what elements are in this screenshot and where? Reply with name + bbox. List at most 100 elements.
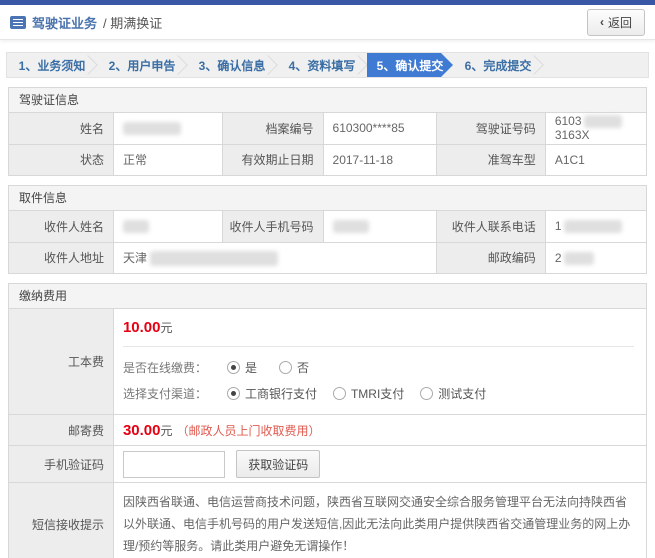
recipient-phone-label: 收件人联系电话 — [436, 211, 545, 242]
breadcrumb: 驾驶证业务 / 期满换证 — [10, 13, 162, 32]
table-row: 收件人地址 天津 邮政编码 2 — [9, 242, 646, 273]
step-label: 6、完成提交 — [465, 57, 532, 74]
work-fee-amount-line: 10.00元 — [123, 319, 634, 336]
post-fee-label: 邮寄费 — [9, 415, 113, 446]
name-label: 姓名 — [9, 113, 113, 144]
step-1-business-notice: 1、业务须知 — [7, 53, 97, 77]
redaction-blur — [564, 252, 594, 265]
recipient-name-label: 收件人姓名 — [9, 211, 113, 242]
vehicle-class-value: A1C1 — [545, 144, 646, 175]
step-label: 1、业务须知 — [19, 57, 86, 74]
postcode-label: 邮政编码 — [436, 242, 545, 273]
step-bar-filler — [543, 53, 648, 77]
step-2-user-declaration: 2、用户申告 — [97, 53, 187, 77]
license-number-suffix: 3163X — [555, 128, 590, 142]
breadcrumb-current: / 期满换证 — [103, 13, 162, 32]
sms-code-input[interactable] — [123, 451, 225, 478]
table-row: 工本费 10.00元 是否在线缴费： 是 否 选择支付渠道： 工商银行支付 — [9, 309, 646, 415]
recipient-mobile-value-redacted — [323, 211, 436, 242]
license-number-label: 驾驶证号码 — [436, 113, 545, 144]
table-row: 收件人姓名 收件人手机号码 收件人联系电话 1 — [9, 211, 646, 242]
sms-tip-label: 短信接收提示 — [9, 483, 113, 558]
currency-unit: 元 — [161, 321, 173, 335]
file-number-value: 610300****85 — [323, 113, 436, 144]
pay-channel-label: 选择支付渠道： — [123, 385, 215, 402]
license-info-table: 姓名 档案编号 610300****85 驾驶证号码 61033163X 状态 … — [9, 113, 646, 175]
pay-channel-radio-group: 选择支付渠道： 工商银行支付 TMRI支付 测试支付 — [123, 385, 634, 402]
license-section-title: 驾驶证信息 — [9, 88, 646, 113]
step-label: 4、资料填写 — [289, 57, 356, 74]
redaction-blur — [584, 115, 622, 128]
online-no-radio[interactable] — [279, 361, 292, 374]
expiry-label: 有效期止日期 — [222, 144, 323, 175]
table-row: 邮寄费 30.00元 （邮政人员上门收取费用） — [9, 415, 646, 446]
file-number-label: 档案编号 — [222, 113, 323, 144]
table-row: 短信接收提示 因陕西省联通、电信运营商技术问题，陕西省互联网交通安全综合服务管理… — [9, 483, 646, 558]
payment-section-title: 缴纳费用 — [9, 284, 646, 309]
back-arrow-icon: ‹ — [600, 15, 604, 29]
payment-table: 工本费 10.00元 是否在线缴费： 是 否 选择支付渠道： 工商银行支付 — [9, 309, 646, 558]
work-fee-amount: 10.00 — [123, 319, 161, 336]
work-fee-cell: 10.00元 是否在线缴费： 是 否 选择支付渠道： 工商银行支付 TMRI支付 — [113, 309, 646, 415]
payment-section: 缴纳费用 工本费 10.00元 是否在线缴费： 是 否 选择支付渠道： — [8, 283, 647, 558]
online-pay-label: 是否在线缴费： — [123, 359, 215, 376]
pickup-section-title: 取件信息 — [9, 186, 646, 211]
step-5-confirm-submit-active: 5、确认提交 — [367, 53, 453, 77]
channel-icbc-radio[interactable] — [227, 387, 240, 400]
online-pay-radio-group: 是否在线缴费： 是 否 — [123, 359, 634, 376]
pickup-info-table: 收件人姓名 收件人手机号码 收件人联系电话 1 收件人地址 天津 邮政编码 2 — [9, 211, 646, 273]
back-button-label: 返回 — [608, 14, 632, 31]
step-label: 3、确认信息 — [199, 57, 266, 74]
post-fee-cell: 30.00元 （邮政人员上门收取费用） — [113, 415, 646, 446]
table-row: 状态 正常 有效期止日期 2017-11-18 准驾车型 A1C1 — [9, 144, 646, 175]
step-label: 5、确认提交 — [377, 57, 444, 74]
expiry-value: 2017-11-18 — [323, 144, 436, 175]
vehicle-class-label: 准驾车型 — [436, 144, 545, 175]
online-yes-radio[interactable] — [227, 361, 240, 374]
back-button[interactable]: ‹ 返回 — [587, 9, 645, 36]
address-prefix: 天津 — [123, 251, 147, 265]
recipient-name-value-redacted — [113, 211, 222, 242]
channel-icbc-label: 工商银行支付 — [245, 385, 317, 402]
channel-test-label: 测试支付 — [438, 385, 486, 402]
step-bar: 1、业务须知 2、用户申告 3、确认信息 4、资料填写 5、确认提交 6、完成提… — [6, 52, 649, 78]
step-3-confirm-info: 3、确认信息 — [187, 53, 277, 77]
postcode-value: 2 — [545, 242, 646, 273]
recipient-address-value: 天津 — [113, 242, 436, 273]
step-label: 2、用户申告 — [109, 57, 176, 74]
table-row: 手机验证码 获取验证码 — [9, 446, 646, 483]
document-list-icon — [10, 16, 26, 29]
recipient-phone-value: 1 — [545, 211, 646, 242]
divider — [123, 346, 634, 347]
page-title: 驾驶证业务 — [32, 13, 97, 32]
phone-prefix: 1 — [555, 219, 562, 233]
license-number-value: 61033163X — [545, 113, 646, 144]
pickup-info-section: 取件信息 收件人姓名 收件人手机号码 收件人联系电话 1 收件人地址 天津 邮政… — [8, 185, 647, 274]
get-sms-code-button[interactable]: 获取验证码 — [236, 450, 320, 478]
channel-tmri-radio[interactable] — [333, 387, 346, 400]
step-4-fill-data: 4、资料填写 — [277, 53, 367, 77]
license-number-prefix: 6103 — [555, 114, 582, 128]
post-fee-amount: 30.00 — [123, 422, 161, 439]
postcode-prefix: 2 — [555, 251, 562, 265]
redaction-blur — [123, 220, 149, 233]
online-no-label: 否 — [297, 359, 309, 376]
channel-tmri-label: TMRI支付 — [351, 385, 404, 402]
post-fee-note: （邮政人员上门收取费用） — [177, 424, 321, 438]
currency-unit: 元 — [161, 424, 173, 438]
status-value: 正常 — [113, 144, 222, 175]
sms-code-cell: 获取验证码 — [113, 446, 646, 483]
table-row: 姓名 档案编号 610300****85 驾驶证号码 61033163X — [9, 113, 646, 144]
channel-test-radio[interactable] — [420, 387, 433, 400]
page-header: 驾驶证业务 / 期满换证 ‹ 返回 — [0, 5, 655, 40]
redaction-blur — [123, 122, 181, 135]
name-value-redacted — [113, 113, 222, 144]
redaction-blur — [333, 220, 369, 233]
status-label: 状态 — [9, 144, 113, 175]
redaction-blur — [150, 251, 278, 266]
sms-code-label: 手机验证码 — [9, 446, 113, 483]
online-yes-label: 是 — [245, 359, 257, 376]
work-fee-label: 工本费 — [9, 309, 113, 415]
step-6-complete-submit: 6、完成提交 — [453, 53, 543, 77]
recipient-address-label: 收件人地址 — [9, 242, 113, 273]
